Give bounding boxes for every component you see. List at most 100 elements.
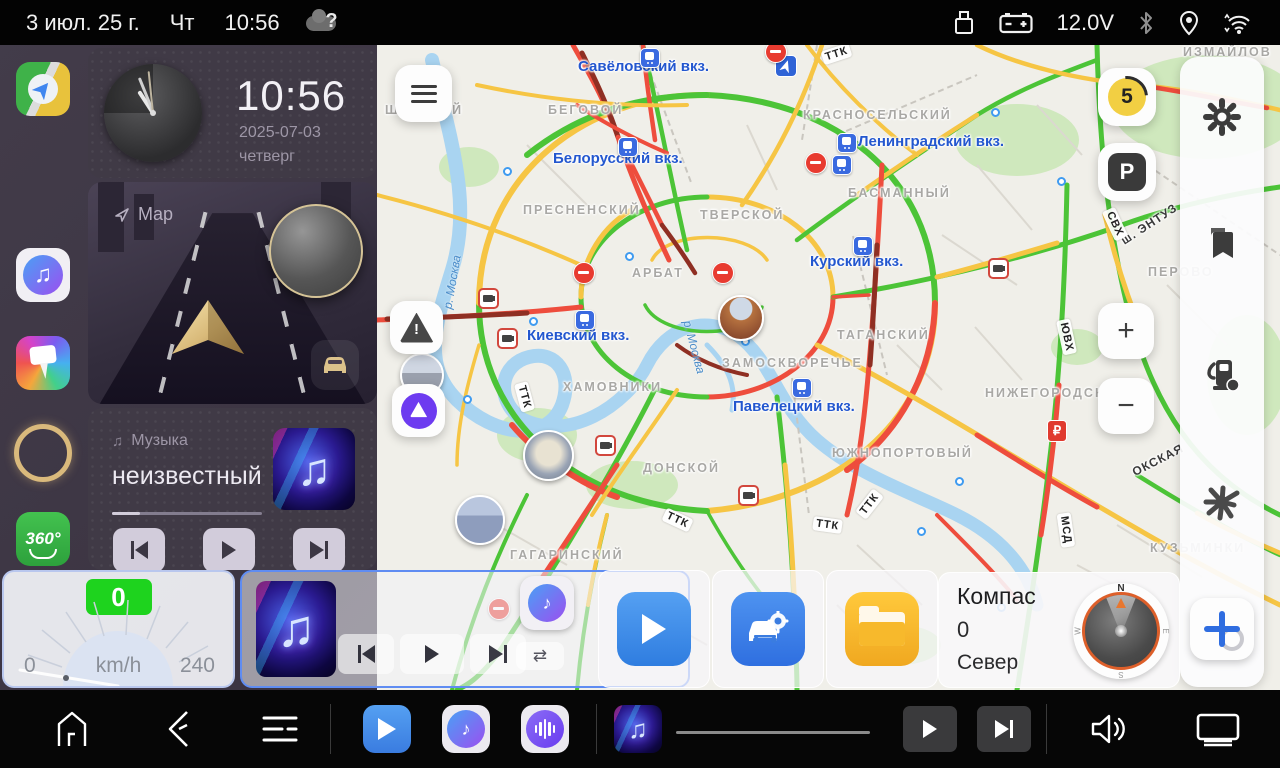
home-icon <box>55 710 89 748</box>
music-note-icon <box>16 248 70 302</box>
previous-track-button[interactable] <box>338 634 394 674</box>
app-icon-navigator[interactable] <box>16 62 70 116</box>
next-icon <box>310 541 328 559</box>
recents-button[interactable] <box>258 712 302 746</box>
previous-track-button[interactable] <box>113 528 165 570</box>
car-settings-app-card[interactable] <box>712 570 824 688</box>
video-play-icon <box>617 592 691 666</box>
fuel-button[interactable] <box>1200 353 1244 397</box>
poi-photo-msu[interactable] <box>455 495 505 545</box>
gear-icon <box>1202 97 1242 137</box>
toll-road-icon: ₽ <box>1047 420 1067 442</box>
map-locate-button[interactable] <box>1190 598 1254 660</box>
video-app-card[interactable] <box>598 570 710 688</box>
clock-time: 10:56 <box>236 72 346 120</box>
zoom-in-button[interactable]: + <box>1098 303 1154 359</box>
car-icon <box>320 354 350 376</box>
settings-button[interactable] <box>1200 95 1244 139</box>
map-widget[interactable]: Map <box>88 182 377 404</box>
no-entry-icon <box>712 262 734 284</box>
district-label: ТАГАНСКИЙ <box>837 328 930 342</box>
car-settings-icon <box>731 592 805 666</box>
train-station-icon <box>640 48 660 68</box>
road-camera-icon <box>497 328 518 349</box>
badge-360-label: 360° <box>25 529 60 549</box>
media-play-button[interactable] <box>903 706 957 752</box>
media-next-button[interactable] <box>977 706 1031 752</box>
video-app-button[interactable] <box>363 705 411 753</box>
minus-icon: − <box>1117 389 1135 423</box>
district-label: БЕГОВОЙ <box>548 103 623 117</box>
display-button[interactable] <box>1192 711 1244 747</box>
district-label: ЮЖНОПОРТОВЫЙ <box>832 446 973 460</box>
car-mode-button[interactable] <box>311 340 359 390</box>
map-menu-button[interactable] <box>395 65 452 122</box>
poi-photo-kremlin[interactable] <box>718 295 764 341</box>
cursor-icon <box>114 207 130 223</box>
volume-icon <box>1088 712 1128 746</box>
equalizer-app-button[interactable] <box>521 705 569 753</box>
wifi-icon <box>1224 11 1254 35</box>
now-playing-thumbnail[interactable] <box>614 705 662 753</box>
voltage-value: 12.0V <box>1057 10 1115 36</box>
compass-needle <box>1116 598 1126 608</box>
map-point <box>955 477 964 486</box>
usb-icon <box>953 10 975 36</box>
road-camera-icon <box>595 435 616 456</box>
play-button[interactable] <box>400 634 464 674</box>
no-entry-icon <box>805 152 827 174</box>
district-label: ПРЕСНЕНСКИЙ <box>523 203 641 217</box>
play-icon <box>425 645 439 663</box>
road-alerts-button[interactable] <box>390 301 443 354</box>
next-icon <box>489 645 507 663</box>
shuffle-button[interactable]: ⇄ <box>516 642 564 670</box>
laser-button[interactable] <box>1200 482 1244 526</box>
back-arrow-icon <box>165 709 191 749</box>
map-point <box>917 527 926 536</box>
analog-clock <box>104 64 202 162</box>
volume-button[interactable] <box>1086 712 1130 746</box>
app-icon-ring[interactable] <box>14 424 72 482</box>
bookmarks-button[interactable] <box>1200 222 1244 266</box>
zoom-out-button[interactable]: − <box>1098 378 1154 434</box>
app-icon-music[interactable] <box>16 248 70 302</box>
alisa-assistant-button[interactable] <box>392 384 445 437</box>
shuffle-icon: ⇄ <box>533 646 547 666</box>
app-icon-360-view[interactable]: 360° <box>16 512 70 566</box>
previous-icon <box>358 645 375 663</box>
music-widget[interactable]: Музыка неизвестный <box>88 408 377 570</box>
previous-icon <box>131 541 148 559</box>
compass-widget[interactable]: Компас 0 Север N S W E <box>938 572 1180 688</box>
map-point <box>991 108 1000 117</box>
traffic-score-button[interactable]: 5 <box>1098 68 1156 126</box>
location-icon <box>1178 10 1200 36</box>
speedometer-widget[interactable]: 0 0 km/h 240 <box>2 570 235 688</box>
district-label: ЗАМОСКВОРЕЧЬЕ <box>722 356 863 370</box>
map-label-paveletsky: Павелецкий вкз. <box>733 398 855 415</box>
music-app-button[interactable] <box>442 705 490 753</box>
music-progress-bar[interactable] <box>112 512 262 515</box>
next-track-button[interactable] <box>293 528 345 570</box>
back-button[interactable] <box>158 709 198 749</box>
media-progress-bar[interactable] <box>676 731 870 734</box>
status-bar: 3 июл. 25 г. Чт 10:56 ? 12.0V <box>0 0 1280 45</box>
app-icon-themes[interactable] <box>16 336 70 390</box>
album-art <box>273 428 355 510</box>
parking-button[interactable]: P <box>1098 143 1156 201</box>
compass-title: Компас <box>957 583 1036 610</box>
home-button[interactable] <box>52 710 92 748</box>
poi-photo-stadium[interactable] <box>523 430 574 481</box>
bluetooth-icon <box>1138 11 1154 35</box>
fuel-pump-icon <box>1202 356 1242 394</box>
play-button[interactable] <box>203 528 255 570</box>
speed-min-label: 0 <box>24 654 36 678</box>
clock-widget[interactable]: 10:56 2025-07-03 четверг <box>88 48 377 178</box>
compass-direction: Север <box>957 651 1018 675</box>
map-point <box>529 317 538 326</box>
album-art <box>256 581 336 677</box>
train-station-icon <box>575 310 595 330</box>
alisa-icon <box>401 393 437 429</box>
file-manager-app-card[interactable] <box>826 570 938 688</box>
district-label: ДОНСКОЙ <box>643 461 720 475</box>
music-source-icon[interactable] <box>520 576 574 630</box>
